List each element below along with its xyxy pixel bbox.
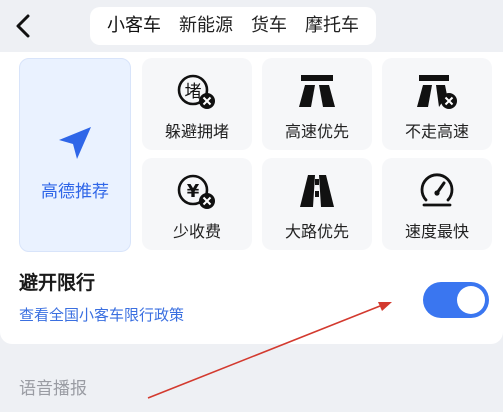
option-label: 躲避拥堵	[164, 122, 229, 141]
svg-text:堵: 堵	[185, 82, 202, 102]
option-main-road-first[interactable]: 大路优先	[262, 158, 372, 250]
option-less-toll[interactable]: ¥ 少收费	[142, 158, 252, 250]
no-highway-icon	[417, 75, 457, 109]
option-avoid-congestion[interactable]: 堵 躲避拥堵	[142, 58, 252, 150]
option-label: 高速优先	[284, 122, 349, 141]
vehicle-tabs: 小客车 新能源 货车 摩托车	[90, 7, 376, 45]
svg-text:¥: ¥	[187, 181, 200, 202]
option-label: 不走高速	[404, 122, 469, 141]
less-toll-icon: ¥	[177, 174, 215, 209]
tab-truck[interactable]: 货车	[242, 7, 296, 45]
back-button[interactable]	[8, 10, 38, 42]
option-gaode-recommend[interactable]: 高德推荐	[19, 58, 131, 252]
avoid-limit-title: 避开限行	[19, 272, 96, 294]
avoid-limit-toggle[interactable]	[423, 282, 489, 318]
option-label: 速度最快	[404, 222, 469, 241]
speedometer-icon	[420, 173, 454, 207]
navigation-arrow-icon	[59, 127, 91, 159]
tab-new-energy[interactable]: 新能源	[170, 7, 242, 45]
option-label: 高德推荐	[41, 182, 109, 202]
route-settings-screen: 小客车 新能源 货车 摩托车 高德推荐 堵 躲避拥堵 高速优先 不走高速 ¥ 少…	[0, 0, 503, 412]
main-road-icon	[300, 175, 334, 207]
tab-car[interactable]: 小客车	[98, 7, 170, 45]
route-preference-card: 高德推荐 堵 躲避拥堵 高速优先 不走高速 ¥ 少收费 大路优先 速度最快 避开…	[0, 52, 503, 344]
limit-policy-link[interactable]: 查看全国小客车限行政策	[19, 304, 184, 325]
voice-broadcast-label[interactable]: 语音播报	[19, 374, 87, 399]
option-label: 大路优先	[284, 222, 349, 241]
option-label: 少收费	[172, 222, 221, 241]
option-no-highway[interactable]: 不走高速	[382, 58, 492, 150]
top-bar: 小客车 新能源 货车 摩托车	[0, 0, 503, 52]
option-highway-first[interactable]: 高速优先	[262, 58, 372, 150]
chevron-left-icon	[16, 14, 30, 38]
toggle-knob	[457, 286, 485, 314]
avoid-congestion-icon: 堵	[177, 74, 215, 109]
highway-icon	[299, 75, 335, 107]
tab-motorcycle[interactable]: 摩托车	[296, 7, 368, 45]
option-fastest[interactable]: 速度最快	[382, 158, 492, 250]
